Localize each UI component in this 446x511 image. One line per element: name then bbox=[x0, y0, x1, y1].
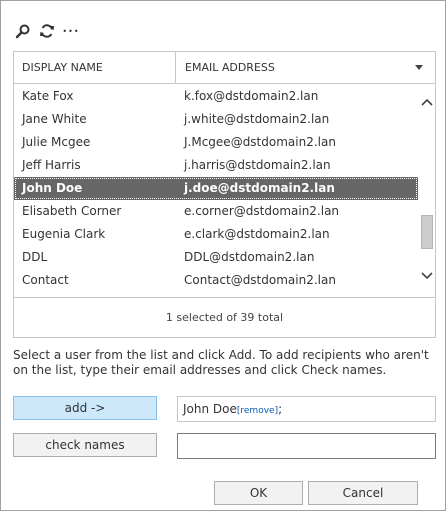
recipient-name: John Doe bbox=[183, 402, 237, 416]
row-email-address: j.white@dstdomain2.lan bbox=[184, 112, 330, 126]
instructions-text: Select a user from the list and click Ad… bbox=[13, 348, 429, 377]
table-row[interactable]: Elisabeth Corner e.corner@dstdomain2.lan bbox=[14, 200, 418, 223]
row-display-name: Jane White bbox=[22, 112, 87, 126]
search-icon bbox=[15, 24, 30, 39]
row-display-name: Elisabeth Corner bbox=[22, 204, 122, 218]
recipient-address-input[interactable] bbox=[177, 433, 436, 459]
table-row[interactable]: Jeff Harris j.harris@dstdomain2.lan bbox=[14, 154, 418, 177]
scroll-up-icon[interactable] bbox=[421, 97, 433, 107]
row-display-name: Contact bbox=[22, 273, 69, 287]
refresh-icon bbox=[40, 24, 54, 38]
row-email-address: DDL@dstdomain2.lan bbox=[184, 250, 315, 264]
chevron-down-icon[interactable] bbox=[415, 65, 423, 70]
remove-recipient-link[interactable]: [remove] bbox=[237, 406, 278, 416]
search-button[interactable] bbox=[13, 21, 33, 41]
table-row[interactable]: Eugenia Clark e.clark@dstdomain2.lan bbox=[14, 223, 418, 246]
more-options-button[interactable]: ••• bbox=[61, 21, 81, 41]
add-button[interactable]: add -> bbox=[13, 396, 157, 420]
column-header-email-label: EMAIL ADDRESS bbox=[185, 61, 275, 74]
row-display-name: Eugenia Clark bbox=[22, 227, 106, 241]
grid-header: DISPLAY NAME EMAIL ADDRESS bbox=[14, 52, 435, 84]
recipients-field[interactable]: John Doe[remove]; bbox=[177, 396, 436, 422]
row-display-name: Kate Fox bbox=[22, 89, 74, 103]
check-names-button[interactable]: check names bbox=[13, 433, 157, 457]
row-email-address: k.fox@dstdomain2.lan bbox=[184, 89, 319, 103]
table-row[interactable]: DDL DDL@dstdomain2.lan bbox=[14, 246, 418, 269]
row-display-name: John Doe bbox=[22, 181, 83, 195]
ok-button[interactable]: OK bbox=[214, 481, 303, 505]
add-recipients-dialog: ••• DISPLAY NAME EMAIL ADDRESS Kate Fox k… bbox=[0, 0, 446, 511]
contacts-list: Kate Fox k.fox@dstdomain2.lan Jane White j.… bbox=[14, 85, 418, 297]
table-row[interactable]: Julie Mcgee J.Mcgee@dstdomain2.lan bbox=[14, 131, 418, 154]
row-email-address: j.doe@dstdomain2.lan bbox=[184, 181, 335, 195]
recipient-separator: ; bbox=[278, 402, 283, 416]
scrollbar-thumb[interactable] bbox=[421, 215, 433, 249]
table-row[interactable]: Kate Fox k.fox@dstdomain2.lan bbox=[14, 85, 418, 108]
column-header-email-address[interactable]: EMAIL ADDRESS bbox=[176, 52, 435, 83]
row-display-name: DDL bbox=[22, 250, 48, 264]
row-email-address: e.clark@dstdomain2.lan bbox=[184, 227, 330, 241]
contacts-grid: DISPLAY NAME EMAIL ADDRESS Kate Fox k.fox… bbox=[13, 51, 436, 338]
row-email-address: j.harris@dstdomain2.lan bbox=[184, 158, 331, 172]
selection-count: 1 selected of 39 total bbox=[14, 297, 435, 337]
row-display-name: Julie Mcgee bbox=[22, 135, 91, 149]
row-email-address: Contact@dstdomain2.lan bbox=[184, 273, 336, 287]
vertical-scrollbar[interactable] bbox=[418, 85, 435, 297]
table-row[interactable]: Jane White j.white@dstdomain2.lan bbox=[14, 108, 418, 131]
row-display-name: Jeff Harris bbox=[22, 158, 81, 172]
scroll-down-icon[interactable] bbox=[421, 271, 433, 281]
table-row[interactable]: John Doe j.doe@dstdomain2.lan bbox=[14, 177, 418, 200]
table-row[interactable]: Contact Contact@dstdomain2.lan bbox=[14, 269, 418, 292]
more-icon: ••• bbox=[62, 26, 80, 36]
refresh-button[interactable] bbox=[37, 21, 57, 41]
column-header-display-name[interactable]: DISPLAY NAME bbox=[14, 52, 176, 83]
row-email-address: J.Mcgee@dstdomain2.lan bbox=[184, 135, 336, 149]
row-email-address: e.corner@dstdomain2.lan bbox=[184, 204, 340, 218]
cancel-button[interactable]: Cancel bbox=[308, 481, 418, 505]
toolbar: ••• bbox=[13, 21, 85, 41]
